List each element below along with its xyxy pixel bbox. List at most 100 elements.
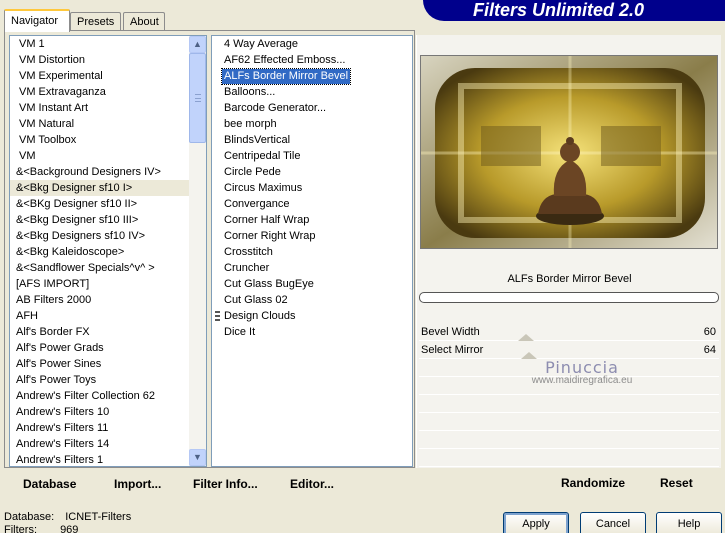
apply-button[interactable]: Apply: [503, 512, 569, 533]
randomize-button[interactable]: Randomize: [561, 476, 625, 490]
category-item[interactable]: Andrew's Filters 10: [10, 404, 190, 420]
filter-item-label: Cut Glass BugEye: [224, 278, 314, 290]
progress-bar: [419, 292, 719, 303]
category-item[interactable]: &<BKg Designer sf10 II>: [10, 196, 190, 212]
filter-item-label: bee morph: [224, 118, 277, 130]
category-item[interactable]: Andrew's Filters 1: [10, 452, 190, 466]
category-item[interactable]: &<Bkg Designers sf10 IV>: [10, 228, 190, 244]
param-bevel-width[interactable]: Bevel Width 60: [419, 323, 719, 341]
category-item[interactable]: VM 1: [10, 36, 190, 52]
editor-button[interactable]: Editor...: [290, 476, 334, 492]
scroll-up-button[interactable]: ▲: [189, 36, 206, 53]
param-value: 64: [703, 344, 716, 356]
filter-item[interactable]: Corner Right Wrap: [212, 228, 412, 244]
category-item[interactable]: Alf's Power Sines: [10, 356, 190, 372]
category-item[interactable]: Andrew's Filter Collection 62: [10, 388, 190, 404]
filter-item-label: Design Clouds: [224, 310, 296, 322]
category-item[interactable]: VM Natural: [10, 116, 190, 132]
param-empty: [419, 431, 719, 449]
app-banner: Filters Unlimited 2.0: [423, 0, 725, 21]
filter-item[interactable]: Centripedal Tile: [212, 148, 412, 164]
param-label: Select Mirror: [421, 344, 484, 356]
scroll-thumb[interactable]: [189, 53, 206, 143]
filter-item[interactable]: 4 Way Average: [212, 36, 412, 52]
filter-list[interactable]: 4 Way Average AF62 Effected Emboss... ALFs…: [211, 35, 413, 467]
cancel-button[interactable]: Cancel: [580, 512, 646, 533]
grip-icon: [195, 94, 201, 102]
status-database: Database: ICNET-Filters: [4, 511, 131, 523]
filter-item[interactable]: Crosstitch: [212, 244, 412, 260]
category-item[interactable]: VM Toolbox: [10, 132, 190, 148]
status-database-value: ICNET-Filters: [65, 511, 132, 523]
filter-item[interactable]: bee morph: [212, 116, 412, 132]
category-item[interactable]: &<Bkg Designer sf10 I>: [10, 180, 190, 196]
filter-info-button[interactable]: Filter Info...: [193, 476, 258, 492]
category-item[interactable]: &<Sandflower Specials^v^ >: [10, 260, 190, 276]
filter-item-label: Crosstitch: [224, 246, 273, 258]
category-item[interactable]: VM Experimental: [10, 68, 190, 84]
category-item[interactable]: &<Bkg Kaleidoscope>: [10, 244, 190, 260]
tab-presets[interactable]: Presets: [70, 12, 121, 31]
database-button[interactable]: Database: [23, 476, 76, 492]
param-value: 60: [703, 326, 716, 338]
tab-about[interactable]: About: [123, 12, 165, 31]
filter-item-label: Cruncher: [224, 262, 270, 274]
help-button[interactable]: Help: [656, 512, 722, 533]
category-item[interactable]: Alf's Power Grads: [10, 340, 190, 356]
filter-item[interactable]: Convergance: [212, 196, 412, 212]
status-filters-label: Filters:: [4, 524, 37, 533]
param-select-mirror[interactable]: Select Mirror 64: [419, 341, 719, 359]
import-button[interactable]: Import...: [114, 476, 161, 492]
filter-item-label: Barcode Generator...: [224, 102, 327, 114]
filter-item[interactable]: Cruncher: [212, 260, 412, 276]
filter-item[interactable]: Cut Glass BugEye: [212, 276, 412, 292]
category-item[interactable]: VM Distortion: [10, 52, 190, 68]
param-slider[interactable]: [479, 323, 679, 341]
category-item[interactable]: &<Bkg Designer sf10 III>: [10, 212, 190, 228]
filter-item[interactable]: Circus Maximus: [212, 180, 412, 196]
filter-item[interactable]: Cut Glass 02: [212, 292, 412, 308]
filter-item-label: Dice It: [224, 326, 256, 338]
param-empty: [419, 395, 719, 413]
category-item[interactable]: VM Instant Art: [10, 100, 190, 116]
filter-item-label: Centripedal Tile: [224, 150, 301, 162]
filter-item[interactable]: Circle Pede: [212, 164, 412, 180]
filter-item[interactable]: Dice It: [212, 324, 412, 340]
category-item[interactable]: AFH: [10, 308, 190, 324]
category-item[interactable]: Alf's Power Toys: [10, 372, 190, 388]
category-item[interactable]: AB Filters 2000: [10, 292, 190, 308]
preview-artwork: [421, 56, 717, 248]
param-slider[interactable]: [479, 341, 679, 359]
filter-item-label: Corner Right Wrap: [224, 230, 316, 242]
category-list[interactable]: VM 1 VM Distortion VM Experimental VM Extra…: [9, 35, 207, 467]
filter-item-label: ALFs Border Mirror Bevel: [220, 68, 352, 85]
filter-items: 4 Way Average AF62 Effected Emboss... ALFs…: [212, 36, 412, 340]
filter-item[interactable]: Balloons...: [212, 84, 412, 100]
category-scrollbar[interactable]: ▲ ▼: [189, 36, 206, 466]
filter-item[interactable]: Corner Half Wrap: [212, 212, 412, 228]
filter-item[interactable]: Design Clouds: [212, 308, 412, 324]
category-item[interactable]: [AFS IMPORT]: [10, 276, 190, 292]
slider-knob[interactable]: [518, 334, 534, 341]
category-item[interactable]: VM: [10, 148, 190, 164]
filter-item-label: BlindsVertical: [224, 134, 291, 146]
filter-item[interactable]: ALFs Border Mirror Bevel: [212, 68, 412, 85]
filter-item[interactable]: BlindsVertical: [212, 132, 412, 148]
category-item[interactable]: Alf's Border FX: [10, 324, 190, 340]
preview-image: [420, 55, 718, 249]
param-empty: [419, 413, 719, 431]
scroll-down-button[interactable]: ▼: [189, 449, 206, 466]
category-item[interactable]: Andrew's Filters 11: [10, 420, 190, 436]
reset-button[interactable]: Reset: [660, 476, 693, 490]
filter-item-label: Circle Pede: [224, 166, 281, 178]
tab-navigator[interactable]: Navigator: [4, 9, 70, 32]
category-item[interactable]: VM Extravaganza: [10, 84, 190, 100]
filter-title: ALFs Border Mirror Bevel: [507, 273, 632, 285]
category-item[interactable]: Andrew's Filters 14: [10, 436, 190, 452]
filter-item[interactable]: Barcode Generator...: [212, 100, 412, 116]
watermark: Pinuccia www.maidiregrafica.eu: [517, 358, 647, 386]
watermark-site: www.maidiregrafica.eu: [531, 375, 633, 386]
filter-item-label: AF62 Effected Emboss...: [224, 54, 346, 66]
filter-item[interactable]: AF62 Effected Emboss...: [212, 52, 412, 68]
category-item[interactable]: &<Background Designers IV>: [10, 164, 190, 180]
